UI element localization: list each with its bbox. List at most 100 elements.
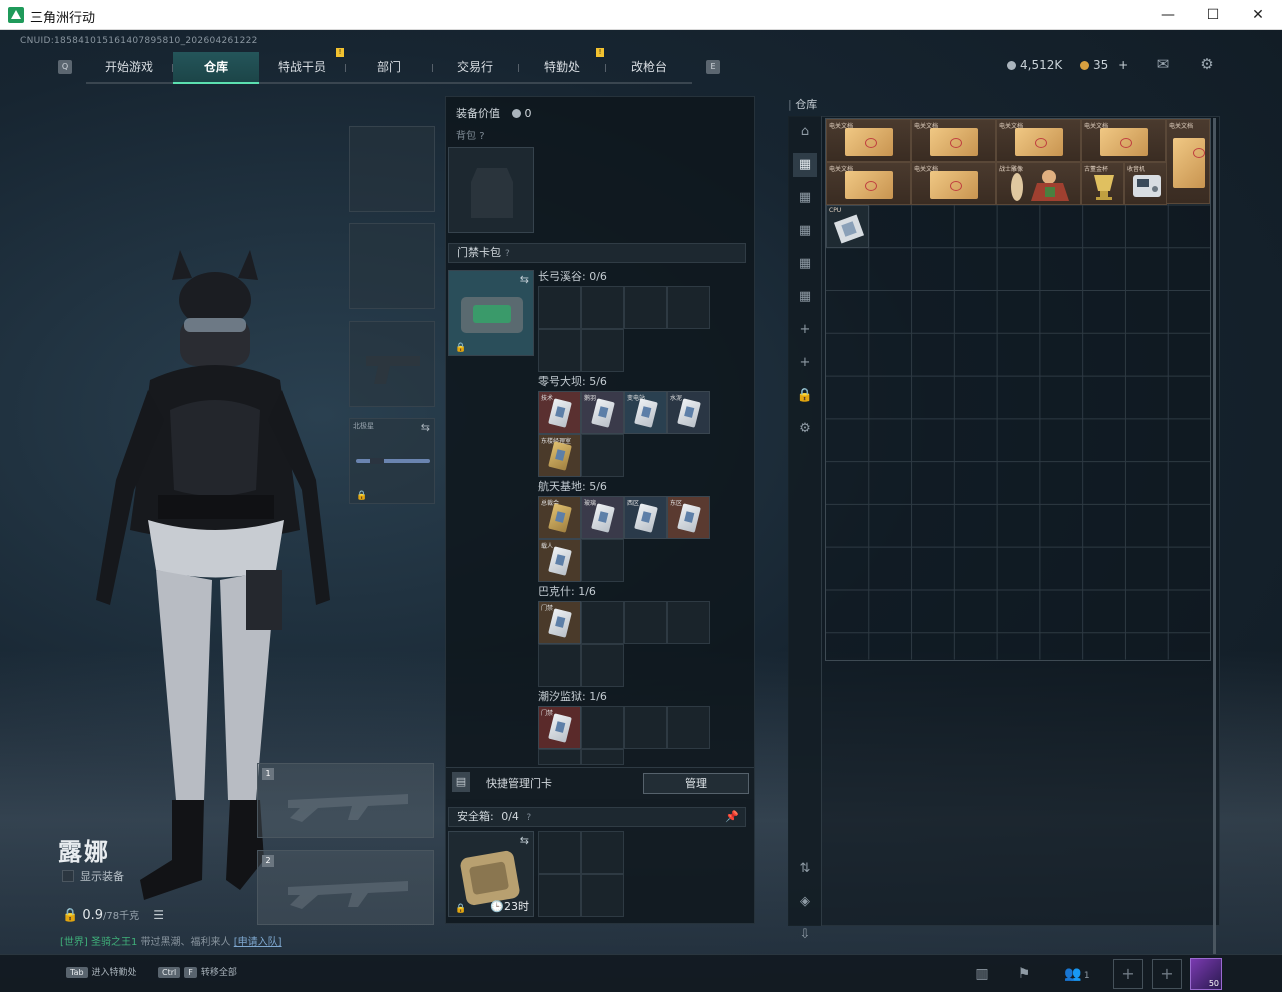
keycard-cell[interactable]: [581, 434, 624, 477]
keycard-cell[interactable]: [667, 706, 710, 749]
keycard-item[interactable]: 鹅羽: [581, 391, 624, 434]
safebox-slot[interactable]: ⇆ 🔒 🕒23时: [448, 831, 534, 917]
warehouse-item[interactable]: 战士雕像: [996, 162, 1081, 205]
warehouse-item[interactable]: 古董金杯: [1081, 162, 1124, 205]
tab-storage-3-icon[interactable]: ▦: [793, 219, 817, 243]
chat-user[interactable]: 圣骑之王1: [91, 937, 137, 948]
swap-icon[interactable]: ⇆: [520, 273, 529, 286]
add-bonds-button[interactable]: +: [1118, 58, 1128, 72]
keycard-cell[interactable]: [538, 329, 581, 372]
tab-special-ops[interactable]: 特勤处: [519, 52, 605, 84]
help-icon[interactable]: ?: [479, 131, 484, 142]
keycard-cell[interactable]: [581, 286, 624, 329]
tab-warehouse[interactable]: 仓库: [173, 52, 259, 84]
tab-storage-4-icon[interactable]: ▦: [793, 252, 817, 276]
tab-gunsmith[interactable]: 改枪台: [606, 52, 692, 84]
primary-weapon-slot-2[interactable]: 2: [257, 850, 434, 925]
keycard-item[interactable]: 西区: [624, 496, 667, 539]
tab-operators[interactable]: 特战干员: [259, 52, 345, 84]
keycard-cell[interactable]: [581, 706, 624, 749]
keycard-cell[interactable]: [581, 329, 624, 372]
tab-storage-2-icon[interactable]: ▦: [793, 186, 817, 210]
keycard-item[interactable]: 技术: [538, 391, 581, 434]
warehouse-item[interactable]: CPU: [826, 205, 869, 248]
keycard-cell[interactable]: [624, 601, 667, 644]
sort-icon[interactable]: ⇅: [793, 857, 817, 881]
safebox-cell[interactable]: [581, 874, 624, 917]
helmet-slot[interactable]: [349, 126, 435, 212]
warehouse-item[interactable]: 电关文档: [911, 119, 996, 162]
tab-storage-5-icon[interactable]: ▦: [793, 285, 817, 309]
warehouse-item[interactable]: 电关文档: [1166, 119, 1210, 204]
keycard-cell[interactable]: [581, 601, 624, 644]
maximize-button[interactable]: ☐: [1190, 0, 1236, 30]
keycard-item[interactable]: 东区: [667, 496, 710, 539]
hint-special-ops[interactable]: Tab 进入特勤处: [66, 965, 137, 978]
help-icon[interactable]: ?: [505, 249, 510, 259]
settings-gear-icon[interactable]: ⚙: [1198, 56, 1216, 72]
melee-slot[interactable]: 北极星 ⇆ 🔒: [349, 418, 435, 504]
keycard-item[interactable]: 门禁: [538, 706, 581, 749]
keycard-item[interactable]: 玻璃: [581, 496, 624, 539]
backpack-slot[interactable]: [448, 147, 534, 233]
safebox-cell[interactable]: [581, 831, 624, 874]
stats-chart-icon[interactable]: ▥: [968, 961, 996, 987]
flag-icon[interactable]: ⚑: [1010, 961, 1038, 987]
manage-button[interactable]: 管理: [643, 773, 749, 794]
armor-slot[interactable]: [349, 223, 435, 309]
list-icon[interactable]: ☰: [153, 908, 164, 922]
warehouse-item[interactable]: 电关文档: [826, 119, 911, 162]
warehouse-item[interactable]: 电关文档: [996, 119, 1081, 162]
keycard-cell[interactable]: [538, 286, 581, 329]
player-avatar[interactable]: 50: [1190, 958, 1222, 990]
warehouse-item[interactable]: 电关文档: [1081, 119, 1166, 162]
close-button[interactable]: ✕: [1235, 0, 1281, 30]
warehouse-scrollbar[interactable]: [1213, 118, 1216, 954]
keycard-cell[interactable]: [538, 644, 581, 687]
pistol-slot[interactable]: [349, 321, 435, 407]
add-storage-icon[interactable]: +: [793, 318, 817, 342]
keycard-cell[interactable]: [624, 706, 667, 749]
help-icon[interactable]: ?: [526, 813, 531, 823]
apply-join-link[interactable]: [申请入队]: [234, 937, 282, 948]
layers-icon[interactable]: ◈: [793, 890, 817, 914]
keycard-cell[interactable]: [624, 286, 667, 329]
show-equipment-checkbox[interactable]: [62, 870, 74, 882]
squad-icon[interactable]: 👥 1: [1060, 961, 1094, 987]
invite-slot-button[interactable]: +: [1152, 959, 1182, 989]
keycard-item[interactable]: 载人: [538, 539, 581, 582]
safebox-cell[interactable]: [538, 874, 581, 917]
add-storage-icon[interactable]: +: [793, 351, 817, 375]
warehouse-item[interactable]: 收音机: [1124, 162, 1167, 205]
keycard-item[interactable]: 变电站: [624, 391, 667, 434]
keycard-item[interactable]: 总裁会: [538, 496, 581, 539]
minimize-button[interactable]: —: [1145, 0, 1191, 30]
tab-start-game[interactable]: 开始游戏: [86, 52, 172, 84]
invite-slot-button[interactable]: +: [1113, 959, 1143, 989]
tab-storage-1-icon[interactable]: ▦: [793, 153, 817, 177]
nav-prev-key[interactable]: Q: [58, 60, 72, 74]
primary-weapon-slot-1[interactable]: 1: [257, 763, 434, 838]
keycard-wallet-slot[interactable]: ⇆ 🔒: [448, 270, 534, 356]
swap-icon[interactable]: ⇆: [421, 421, 430, 434]
keycard-item[interactable]: 门禁: [538, 601, 581, 644]
lock-icon[interactable]: 🔒: [793, 384, 817, 408]
keycard-cell[interactable]: [538, 749, 581, 765]
tab-department[interactable]: 部门: [346, 52, 432, 84]
keycard-cell[interactable]: [667, 286, 710, 329]
show-equipment-toggle[interactable]: 显示装备: [62, 868, 124, 884]
safebox-cell[interactable]: [538, 831, 581, 874]
transfer-icon[interactable]: ⇩: [793, 923, 817, 947]
keycard-item[interactable]: 东楼经理室: [538, 434, 581, 477]
nav-next-key[interactable]: E: [706, 60, 720, 74]
keycard-cell[interactable]: [581, 539, 624, 582]
keycard-cell[interactable]: [581, 644, 624, 687]
keycard-item[interactable]: 水泥: [667, 391, 710, 434]
settings-gear-icon[interactable]: ⚙: [793, 417, 817, 441]
tab-market[interactable]: 交易行: [432, 52, 518, 84]
keycard-cell[interactable]: [581, 749, 624, 765]
warehouse-item[interactable]: 电关文档: [826, 162, 911, 205]
warehouse-item[interactable]: 电关文档: [911, 162, 996, 205]
hint-transfer-all[interactable]: Ctrl F 转移全部: [158, 965, 237, 978]
pin-icon[interactable]: 📌: [725, 808, 739, 826]
